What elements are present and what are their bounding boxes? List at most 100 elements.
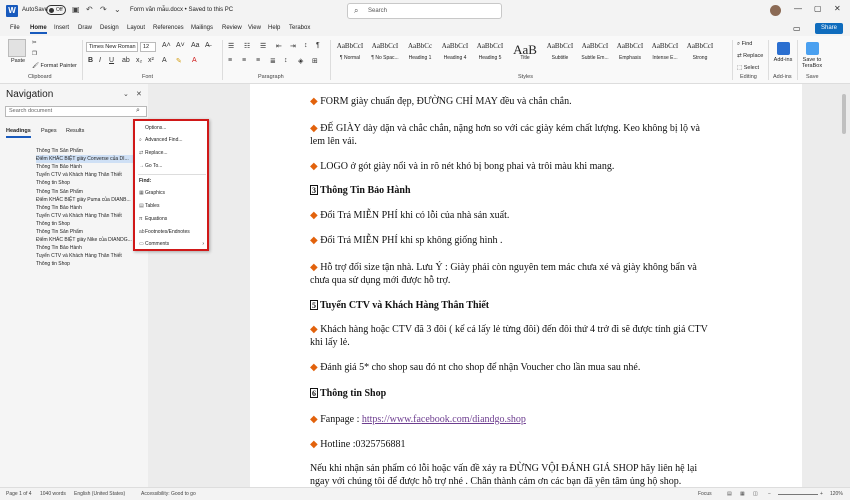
minimize-icon[interactable]: — (794, 4, 802, 13)
accessibility-status[interactable]: Accessibility: Good to go (141, 491, 196, 497)
style-subtitle[interactable]: AaBbCcI Subtitle (546, 42, 574, 61)
focus-button[interactable]: Focus (698, 491, 712, 497)
style-intense-e[interactable]: AaBbCcI Intense E... (651, 42, 679, 61)
nav-heading-item[interactable]: Thông tin Shop (36, 260, 136, 268)
zoom-level[interactable]: 120% (830, 491, 843, 497)
style-title[interactable]: AaB Title (511, 42, 539, 61)
style-no-spac[interactable]: AaBbCcI ¶ No Spac... (371, 42, 399, 61)
tab-mailings[interactable]: Mailings (191, 25, 213, 31)
align-center-icon[interactable]: ≡ (242, 57, 246, 64)
subscript-icon[interactable]: x₂ (136, 57, 142, 64)
menu-item-advanced-find[interactable]: ⌕ Advanced Find... (139, 137, 183, 143)
nav-search-input[interactable]: Search document (5, 106, 147, 117)
strikethrough-icon[interactable]: ab (122, 57, 130, 64)
tab-file[interactable]: File (10, 25, 20, 31)
style-subtle-em[interactable]: AaBbCcI Subtle Em... (581, 42, 609, 61)
menu-item-goto[interactable]: →Go To... (139, 163, 162, 169)
menu-item-graphics[interactable]: ▦Graphics (139, 190, 165, 196)
vertical-scrollbar[interactable] (802, 84, 850, 487)
tab-home[interactable]: Home (30, 25, 47, 34)
save-terabox-button[interactable]: Save to TeraBox (800, 42, 824, 69)
borders-icon[interactable]: ⊞ (312, 57, 318, 65)
maximize-icon[interactable]: ▢ (814, 4, 822, 13)
menu-item-equations[interactable]: π Equations (139, 216, 167, 222)
format-painter-button[interactable]: 🖌 Format Painter (32, 63, 77, 69)
tab-headings[interactable]: Headings (6, 128, 31, 138)
nav-heading-item[interactable]: Tuyển CTV và Khách Hàng Thân Thiết (36, 252, 136, 260)
search-box[interactable]: ⌕ Search (347, 3, 502, 19)
tab-pages[interactable]: Pages (41, 128, 57, 134)
customize-qa-icon[interactable]: ⌄ (114, 5, 121, 14)
increase-indent-icon[interactable]: ⇥ (290, 42, 296, 50)
find-button[interactable]: ⌕ Find (737, 41, 752, 48)
zoom-slider[interactable] (778, 494, 818, 495)
close-icon[interactable]: ✕ (834, 4, 841, 13)
multilevel-list-icon[interactable]: ☰ (260, 42, 266, 50)
superscript-icon[interactable]: x² (148, 57, 154, 64)
text-effects-icon[interactable]: A (162, 57, 167, 64)
nav-heading-item[interactable]: Thông Tin Sản Phẩm (36, 188, 136, 196)
document-page[interactable]: ◆ FORM giày chuẩn đẹp, ĐƯỜNG CHỈ MAY đều… (250, 84, 802, 487)
menu-item-comments[interactable]: ▭Comments (139, 241, 169, 247)
menu-item-options[interactable]: Options... (139, 125, 166, 131)
nav-heading-item[interactable]: Thông Tin Bảo Hành (36, 163, 136, 171)
sort-icon[interactable]: ↕ (304, 42, 308, 49)
undo-icon[interactable]: ↶ (86, 5, 93, 14)
nav-heading-item[interactable]: Thông Tin Bảo Hành (36, 244, 136, 252)
nav-heading-item[interactable]: Tuyển CTV và Khách Hàng Thân Thiết (36, 212, 136, 220)
comments-icon[interactable]: ▭ (793, 24, 801, 33)
nav-heading-item[interactable]: Điểm KHÁC BIỆT giày Converse của DI... (36, 155, 136, 164)
font-size-box[interactable]: 12 (140, 42, 156, 52)
style-normal[interactable]: AaBbCcI ¶ Normal (336, 42, 364, 61)
style-strong[interactable]: AaBbCcI Strong (686, 42, 714, 61)
avatar[interactable] (770, 5, 781, 16)
nav-search-dropdown-icon[interactable]: ⌕ (136, 107, 140, 115)
nav-heading-item[interactable]: Điểm KHÁC BIỆT giày Nike của DIANDG... (36, 236, 136, 244)
zoom-out-icon[interactable]: − (768, 491, 771, 497)
nav-close-icon[interactable]: ✕ (136, 90, 142, 98)
style-heading-5[interactable]: AaBbCcI Heading 5 (476, 42, 504, 61)
underline-icon[interactable]: U (109, 57, 114, 64)
menu-item-tables[interactable]: ▤Tables (139, 203, 159, 209)
tab-view[interactable]: View (248, 25, 261, 31)
tab-results[interactable]: Results (66, 128, 84, 134)
nav-heading-item[interactable]: Thông Tin Bảo Hành (36, 204, 136, 212)
language[interactable]: English (United States) (74, 491, 125, 497)
scrollbar-thumb[interactable] (842, 94, 846, 134)
bullets-icon[interactable]: ☰ (228, 42, 234, 50)
nav-heading-item[interactable]: Thông Tin Sản Phẩm (36, 228, 136, 236)
font-name-box[interactable]: Times New Roman (86, 42, 138, 52)
tab-references[interactable]: References (153, 25, 184, 31)
font-color-icon[interactable]: A (192, 57, 197, 64)
redo-icon[interactable]: ↷ (100, 5, 107, 14)
print-layout-icon[interactable]: ▦ (740, 491, 745, 497)
clear-format-icon[interactable]: A̶ (205, 42, 210, 49)
align-right-icon[interactable]: ≡ (256, 57, 260, 64)
align-left-icon[interactable]: ≡ (228, 57, 232, 64)
tab-review[interactable]: Review (222, 25, 242, 31)
nav-heading-item[interactable]: Thông tin Shop (36, 179, 136, 187)
tab-draw[interactable]: Draw (78, 25, 92, 31)
bold-icon[interactable]: B (88, 57, 93, 64)
tab-insert[interactable]: Insert (54, 25, 69, 31)
show-marks-icon[interactable]: ¶ (316, 42, 320, 49)
web-layout-icon[interactable]: ◫ (753, 491, 758, 497)
style-heading-4[interactable]: AaBbCcI Heading 4 (441, 42, 469, 61)
addins-button[interactable]: Add-ins (772, 42, 794, 63)
autosave-toggle[interactable]: Off (46, 5, 66, 15)
fanpage-link[interactable]: https://www.facebook.com/diandgo.shop (362, 414, 526, 425)
paste-button[interactable] (8, 39, 26, 57)
italic-icon[interactable]: I (99, 57, 101, 64)
word-count[interactable]: 1040 words (40, 491, 66, 497)
nav-heading-item[interactable]: Tuyển CTV và Khách Hàng Thân Thiết (36, 171, 136, 179)
shrink-font-icon[interactable]: A˅ (176, 42, 185, 49)
page-count[interactable]: Page 1 of 4 (6, 491, 32, 497)
tab-terabox[interactable]: Terabox (289, 25, 310, 31)
style-emphasis[interactable]: AaBbCcI Emphasis (616, 42, 644, 61)
grow-font-icon[interactable]: A˄ (162, 42, 171, 49)
shading-icon[interactable]: ◈ (298, 57, 303, 65)
menu-item-replace[interactable]: ⇄ Replace... (139, 150, 168, 156)
save-icon[interactable]: ▣ (72, 5, 80, 14)
highlight-icon[interactable]: ✎ (176, 57, 182, 65)
nav-heading-item[interactable]: Điểm KHÁC BIỆT giày Puma của DIANB... (36, 196, 136, 204)
